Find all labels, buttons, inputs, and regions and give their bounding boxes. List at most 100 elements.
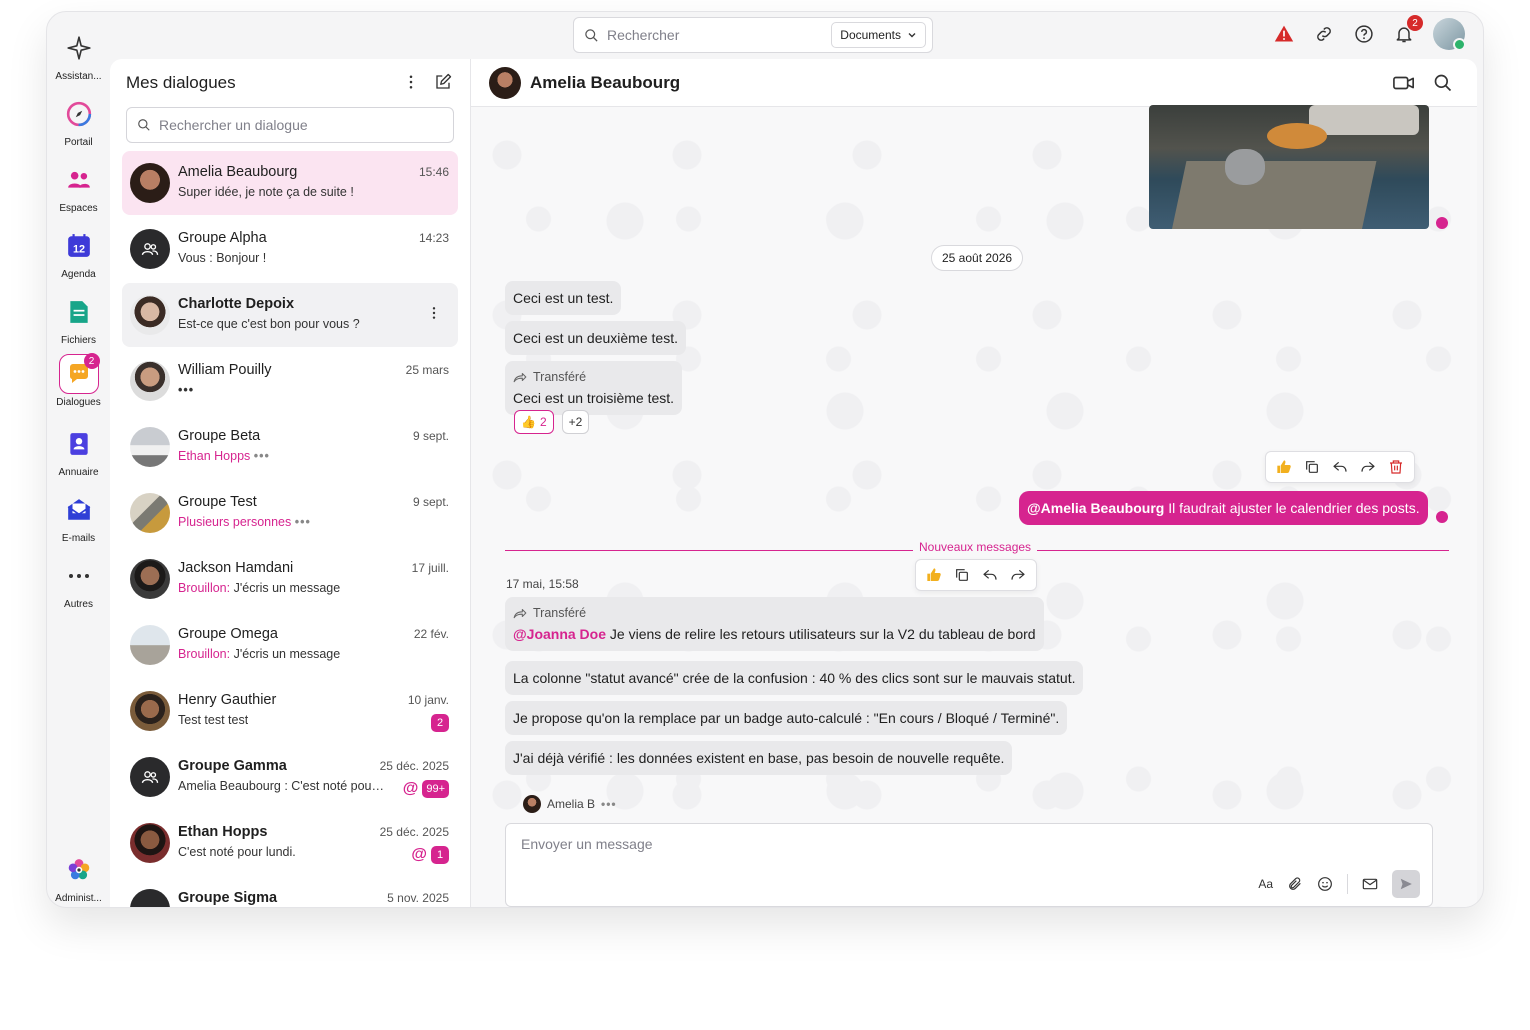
dialog-name: Amelia Beaubourg (178, 164, 298, 180)
message-bubble-forwarded[interactable]: Transféré Ceci est un troisième test. (505, 361, 683, 415)
group-avatar (130, 889, 170, 907)
dialog-item-ethan[interactable]: Ethan Hopps 25 déc. 2025 C'est noté pour… (122, 811, 458, 875)
search-scope-select[interactable]: Documents (831, 22, 926, 48)
rail-item-emails[interactable]: E-mails (47, 490, 110, 544)
compose-icon[interactable] (434, 73, 452, 91)
dialog-name: Henry Gauthier (178, 692, 277, 708)
message-text: Je viens de relire les retours utilisate… (606, 626, 1036, 642)
dialog-item-william[interactable]: William Pouilly 25 mars ••• (122, 349, 458, 413)
chat-header: Amelia Beaubourg (471, 59, 1477, 107)
search-icon (584, 28, 599, 43)
dialogues-badge: 2 (83, 353, 100, 369)
message-bubble[interactable]: Je propose qu'on la remplace par un badg… (505, 701, 1068, 735)
mention[interactable]: @Joanna Doe (513, 626, 606, 642)
rail-item-admin[interactable]: Administ... (47, 850, 110, 904)
draft-text: J'écris un message (233, 647, 341, 661)
rail-item-annuaire[interactable]: Annuaire (47, 424, 110, 478)
link-icon[interactable] (1313, 23, 1335, 45)
message-timestamp: 17 mai, 15:58 (506, 577, 579, 591)
dialog-preview: Brouillon: J'écris un message (178, 647, 340, 661)
search-icon[interactable] (1433, 73, 1453, 93)
search-icon (137, 118, 151, 132)
dialog-search-input[interactable]: Rechercher un dialogue (126, 107, 454, 143)
dialog-time: 9 sept. (412, 495, 449, 509)
rail-item-autres[interactable]: Autres (47, 556, 110, 610)
reaction-more[interactable]: +2 (561, 410, 590, 434)
global-search[interactable]: Rechercher Documents (573, 17, 933, 53)
notifications-badge: 2 (1407, 15, 1423, 31)
dialog-item-henry[interactable]: Henry Gauthier 10 janv. Test test test 2 (122, 679, 458, 743)
forward-icon[interactable] (1010, 567, 1026, 583)
paperclip-icon[interactable] (1287, 876, 1303, 892)
reply-icon[interactable] (982, 567, 998, 583)
rail-label: Administ... (55, 893, 102, 904)
dialog-preview: Est-ce que c'est bon pour vous ? (178, 317, 360, 331)
rail-item-espaces[interactable]: Espaces (47, 160, 110, 214)
message-bubble[interactable]: Ceci est un deuxième test. (505, 321, 686, 355)
reply-icon[interactable] (1332, 459, 1348, 475)
dialog-item-groupe-gamma[interactable]: Groupe Gamma 25 déc. 2025 Amelia Beaubou… (122, 745, 458, 809)
message-bubble[interactable]: Ceci est un test. (505, 281, 622, 315)
unread-count: 1 (431, 846, 449, 864)
my-message-bubble[interactable]: @Amelia Beaubourg Il faudrait ajuster le… (1019, 491, 1428, 525)
dialog-time: 14:23 (418, 231, 449, 245)
dialog-search-placeholder: Rechercher un dialogue (159, 117, 308, 133)
emoji-icon[interactable] (1317, 876, 1333, 892)
rail-item-portail[interactable]: Portail (47, 94, 110, 148)
message-bubble[interactable]: La colonne "statut avancé" crée de la co… (505, 661, 1084, 695)
rail-item-dialogues[interactable]: 2 Dialogues (47, 353, 110, 408)
more-vertical-icon[interactable] (426, 305, 442, 321)
notifications-bell-icon[interactable]: 2 (1393, 15, 1423, 45)
chat-contact-name[interactable]: Amelia Beaubourg (530, 73, 680, 93)
forward-icon[interactable] (1360, 459, 1376, 475)
rail-item-fichiers[interactable]: Fichiers (47, 292, 110, 346)
typing-indicator: Amelia B ••• (523, 795, 617, 813)
group-photo (130, 427, 170, 467)
dialog-preview: Vous : Bonjour ! (178, 251, 267, 265)
copy-icon[interactable] (1304, 459, 1320, 475)
message-bubble-forwarded[interactable]: Transféré @Joanna Doe Je viens de relire… (505, 597, 1044, 651)
rail-item-agenda[interactable]: 12 Agenda (47, 226, 110, 280)
dialog-item-groupe-sigma[interactable]: Groupe Sigma 5 nov. 2025 (122, 877, 458, 907)
dialog-item-groupe-alpha[interactable]: Groupe Alpha 14:23 Vous : Bonjour ! (122, 217, 458, 281)
group-photo (130, 625, 170, 665)
message-composer: Aa (505, 823, 1433, 907)
message-bubble[interactable]: J'ai déjà vérifié : les données existent… (505, 741, 1013, 775)
dialog-item-amelia[interactable]: Amelia Beaubourg 15:46 Super idée, je no… (122, 151, 458, 215)
dialog-item-jackson[interactable]: Jackson Hamdani 17 juill. Brouillon: J'é… (122, 547, 458, 611)
rail-label: Espaces (59, 203, 98, 214)
dialog-item-charlotte[interactable]: Charlotte Depoix Est-ce que c'est bon po… (122, 283, 458, 347)
dialog-item-groupe-beta[interactable]: Groupe Beta 9 sept. Ethan Hopps ••• (122, 415, 458, 479)
reaction-thumbs-up[interactable]: 👍 2 (514, 410, 554, 434)
dialog-item-groupe-omega[interactable]: Groupe Omega 22 fév. Brouillon: J'écris … (122, 613, 458, 677)
thumbs-up-icon[interactable] (1276, 459, 1292, 475)
mention[interactable]: @Amelia Beaubourg (1027, 500, 1164, 516)
dialog-item-groupe-test[interactable]: Groupe Test 9 sept. Plusieurs personnes … (122, 481, 458, 545)
thumbs-up-icon[interactable] (926, 567, 942, 583)
more-vertical-icon[interactable] (402, 73, 420, 91)
group-icon (141, 771, 159, 784)
rail-label: Annuaire (58, 467, 99, 478)
rail-item-assistant[interactable]: Assistan... (47, 28, 110, 82)
user-avatar[interactable] (1433, 18, 1466, 51)
format-text-button[interactable]: Aa (1258, 877, 1273, 891)
help-icon[interactable] (1353, 23, 1375, 45)
message-area: 25 août 2026 Ceci est un test. Ceci est … (471, 105, 1477, 907)
typing-dots: ••• (601, 797, 617, 811)
delete-icon[interactable] (1388, 459, 1404, 475)
users-icon (59, 160, 99, 200)
video-call-icon[interactable] (1393, 73, 1415, 93)
dialog-name: Groupe Beta (178, 428, 261, 444)
avatar[interactable] (489, 67, 521, 99)
copy-icon[interactable] (954, 567, 970, 583)
mail-icon[interactable] (1362, 877, 1378, 891)
dialog-name: Charlotte Depoix (178, 296, 295, 312)
send-button[interactable] (1392, 870, 1420, 898)
image-attachment[interactable] (1149, 105, 1429, 229)
typing-indicator: ••• (253, 449, 270, 463)
forward-icon (513, 607, 527, 619)
message-input[interactable] (506, 824, 1432, 868)
alert-icon[interactable] (1273, 23, 1295, 45)
chat-panel: Amelia Beaubourg 25 août 2026 Ceci est u… (471, 59, 1477, 907)
admin-flower-icon (59, 850, 99, 890)
